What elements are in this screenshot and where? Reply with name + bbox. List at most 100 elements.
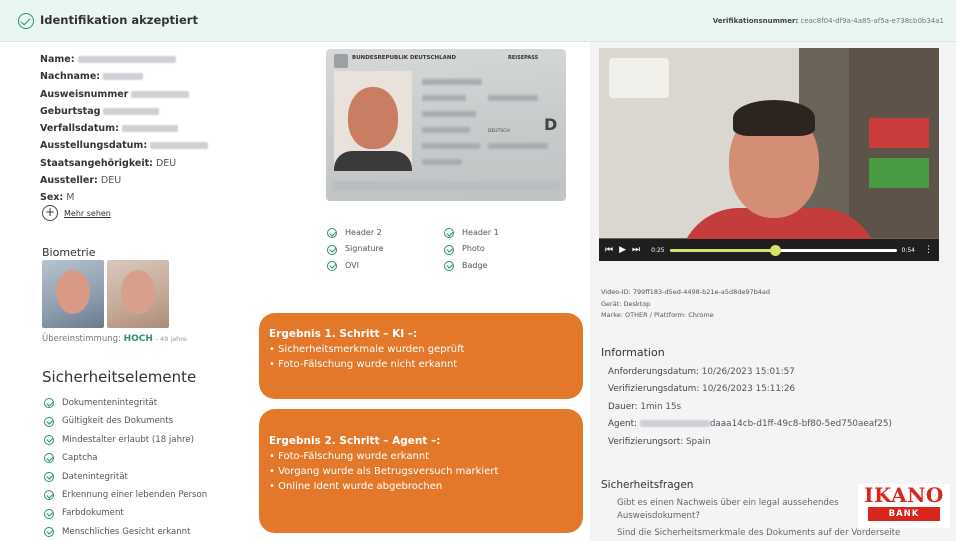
- document-checks: Header 2 Header 1 Signature Photo OVI Ba…: [327, 226, 544, 273]
- more-vertical-icon[interactable]: ⋮: [924, 245, 933, 255]
- redacted-text: [422, 143, 480, 149]
- security-item: Captcha: [44, 449, 207, 467]
- check-circle-icon: [327, 260, 337, 271]
- info-value: 10/26/2023 15:11:26: [702, 384, 796, 395]
- check-circle-icon: [44, 453, 54, 464]
- result-box-agent: Ergebnis 2. Schritt – Agent –: • Foto-Fä…: [259, 409, 583, 533]
- shirt-shape: [334, 151, 412, 171]
- security-item-label: Dokumentenintegrität: [62, 398, 158, 408]
- field-issue-date: Ausstellungsdatum:: [40, 137, 209, 154]
- redacted-text: [422, 79, 482, 85]
- check-circle-icon: [327, 244, 337, 255]
- doc-check-label: Header 1: [462, 228, 499, 237]
- field-value: DEU: [100, 175, 122, 187]
- field-label: Staatsangehörigkeit:: [40, 157, 153, 169]
- info-value: Spain: [685, 436, 711, 447]
- redacted-value: [103, 107, 160, 115]
- info-row: Verifizierungsort: Spain: [608, 434, 892, 451]
- field-nationality: Staatsangehörigkeit: DEU: [40, 155, 208, 172]
- face-shape: [348, 87, 398, 149]
- security-item-label: Menschliches Gesicht erkannt: [62, 526, 191, 537]
- field-birthday: Geburtstag: [40, 103, 208, 120]
- field-value: DEU: [155, 157, 177, 169]
- passport-country-letter: D: [544, 115, 558, 134]
- redacted-value: [131, 90, 190, 98]
- doc-check-label: Photo: [462, 244, 485, 254]
- redacted-text: [422, 127, 470, 133]
- check-circle-icon: [327, 228, 337, 239]
- check-circle-icon: [444, 260, 454, 271]
- passport-photo: [334, 71, 412, 171]
- match-label: Übereinstimmung:: [42, 334, 121, 344]
- doc-check-item: Header 1: [444, 226, 544, 240]
- passport-image: BUNDESREPUBLIK DEUTSCHLAND REISEPASS DEU…: [326, 49, 566, 201]
- ikano-bank-logo: IKANO BANK: [858, 484, 950, 528]
- result-box-line: • Foto-Fälschung wurde erkannt: [269, 451, 430, 462]
- skip-back-icon[interactable]: ⏮: [605, 245, 613, 255]
- video-progress-track[interactable]: [669, 244, 897, 256]
- match-years: - 49 jahre: [155, 335, 187, 343]
- info-row: Verifizierungsdatum: 10/26/2023 15:11:26: [608, 381, 892, 398]
- info-row: Dauer: 1min 15s: [608, 399, 892, 416]
- face-shape: [56, 270, 90, 314]
- security-item: Gültigkeit des Dokuments: [44, 412, 207, 430]
- biometric-document-image: [107, 260, 169, 328]
- video-metadata: Video-ID: 799ff183-d5ed-4498-b21e-a5d8de…: [601, 287, 770, 322]
- field-id-number: Ausweisnummer: [40, 86, 208, 103]
- field-value: M: [66, 192, 75, 204]
- info-value: daaa14cb-d1ff-49c8-bf80-5ed750aeaf25): [709, 419, 892, 430]
- security-item: Dokumentenintegrität: [44, 394, 207, 412]
- doc-check-label: Signature: [345, 244, 384, 254]
- security-item: Farbdokument: [44, 504, 207, 522]
- check-circle-icon: [44, 471, 54, 482]
- result-box-line: • Sicherheitsmerkmale wurden geprüft: [269, 344, 465, 355]
- logo-wordmark: IKANO: [864, 483, 944, 507]
- eagle-emblem-icon: [334, 54, 348, 68]
- security-item: Menschliches Gesicht erkannt: [44, 523, 207, 541]
- verification-number: Verifikationsnummer: ceac8f04-df9a-4a85-…: [713, 17, 944, 25]
- check-circle-icon: [44, 490, 54, 501]
- video-progress-fill: [669, 248, 775, 252]
- show-more-link[interactable]: + Mehr sehen: [42, 205, 111, 221]
- result-box-line: • Vorgang wurde als Betrugsversuch marki…: [269, 466, 499, 477]
- doc-check-item: Signature: [327, 242, 444, 256]
- skip-forward-icon[interactable]: ⏭: [632, 245, 640, 255]
- field-label: Geburtstag: [40, 105, 101, 117]
- passport-doc-type: REISEPASS: [508, 55, 539, 61]
- video-progress-knob[interactable]: [769, 244, 781, 256]
- platform-info: Marke: OTHER / Plattform: Chrome: [601, 311, 714, 320]
- check-circle-icon: [44, 526, 54, 537]
- check-circle-icon: [18, 13, 34, 29]
- check-circle-icon: [44, 416, 54, 427]
- plus-icon[interactable]: +: [42, 205, 58, 221]
- field-label: Ausstellungsdatum:: [40, 140, 148, 152]
- biometrics-title: Biometrie: [42, 246, 96, 259]
- check-circle-icon: [44, 398, 54, 409]
- biometric-selfie-image: [42, 260, 104, 328]
- verification-value: ceac8f04-df9a-4a85-af5a-e738cb0b34a1: [800, 17, 944, 25]
- show-more-label[interactable]: Mehr sehen: [64, 209, 111, 218]
- redacted-text: [488, 95, 538, 101]
- redacted-value: [150, 142, 209, 150]
- field-label: Verfallsdatum:: [40, 123, 119, 135]
- security-question: Sind die Sicherheitsmerkmale des Dokumen…: [617, 528, 901, 538]
- info-label: Verifizierungsdatum:: [608, 384, 700, 395]
- security-list: Dokumentenintegrität Gültigkeit des Doku…: [44, 394, 207, 541]
- redacted-value: [121, 125, 178, 133]
- info-value: 10/26/2023 15:01:57: [701, 367, 795, 377]
- redacted-text: [422, 111, 476, 117]
- field-label: Aussteller:: [40, 175, 98, 187]
- redacted-value: [77, 56, 176, 63]
- security-item-label: Gültigkeit des Dokuments: [62, 416, 174, 427]
- info-label: Agent:: [608, 419, 638, 430]
- field-label: Ausweisnummer: [40, 88, 129, 100]
- doc-check-item: OVI: [327, 259, 444, 273]
- field-name: Name:: [40, 51, 208, 68]
- doc-check-item: Photo: [444, 242, 544, 256]
- check-circle-icon: [444, 228, 454, 239]
- play-icon[interactable]: ▶: [619, 245, 626, 255]
- page-title: Identifikation akzeptiert: [40, 13, 198, 27]
- video-player[interactable]: ⏮ ▶ ⏭ 0:25 0:54 ⋮: [599, 48, 939, 261]
- redacted-text: [422, 159, 462, 165]
- redacted-value: [639, 420, 710, 428]
